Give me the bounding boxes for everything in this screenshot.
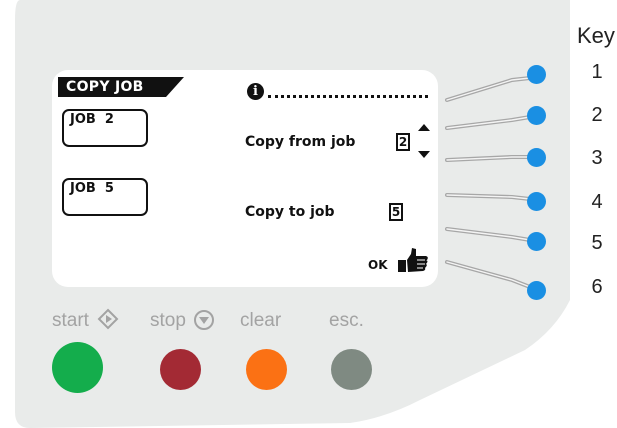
key-title: Key: [577, 23, 615, 48]
start-label: start: [52, 310, 89, 331]
key-number-2: 2: [591, 104, 603, 126]
softkey-3[interactable]: [527, 148, 546, 167]
start-diamond-icon: [97, 308, 119, 330]
stop-button[interactable]: [160, 349, 201, 390]
softkey-6[interactable]: [527, 281, 546, 300]
key-number-4: 4: [591, 191, 603, 213]
arrow-up-icon: [418, 124, 430, 131]
clear-button[interactable]: [246, 349, 287, 390]
key-number-6: 6: [591, 276, 603, 298]
copy-to-label: Copy to job: [245, 204, 335, 220]
info-icon: i: [247, 83, 264, 100]
job-box-label: JOB 2: [70, 112, 114, 127]
dotted-leader: [268, 95, 428, 98]
copy-to-value: 5: [389, 203, 403, 221]
copy-from-value: 2: [396, 133, 410, 151]
softkey-2[interactable]: [527, 106, 546, 125]
softkey-5[interactable]: [527, 232, 546, 251]
copy-from-label: Copy from job: [245, 134, 356, 150]
clear-label: clear: [240, 310, 282, 331]
job-box-1: JOB 2: [62, 109, 148, 147]
job-box-2: JOB 5: [62, 178, 148, 216]
stop-label: stop: [150, 310, 186, 331]
screen-title: COPY JOB: [66, 79, 144, 95]
start-button[interactable]: [52, 342, 103, 393]
thumbs-up-hand-icon: [398, 248, 428, 272]
esc-label: esc.: [329, 310, 364, 331]
job-box-label: JOB 5: [70, 181, 114, 196]
softkey-1[interactable]: [527, 65, 546, 84]
ok-label: OK: [368, 258, 388, 272]
esc-button[interactable]: [331, 349, 372, 390]
key-number-3: 3: [591, 147, 603, 169]
stop-circle-icon: [194, 310, 214, 330]
key-number-1: 1: [591, 61, 603, 83]
softkey-4[interactable]: [527, 192, 546, 211]
arrow-down-icon: [418, 151, 430, 158]
key-number-5: 5: [591, 232, 603, 254]
